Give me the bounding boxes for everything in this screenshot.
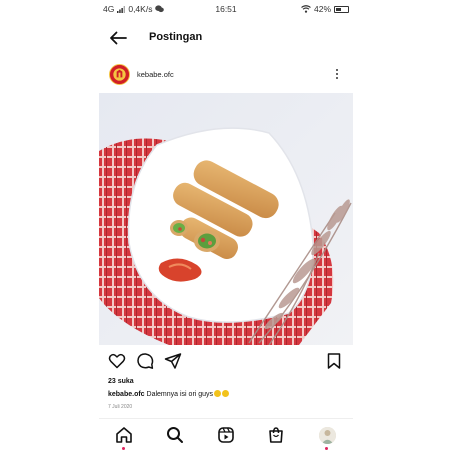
post-caption: kebabe.ofc Dalemnya isi ori guys — [108, 390, 230, 398]
bookmark-icon — [327, 353, 341, 369]
more-dot — [335, 72, 339, 76]
post-username[interactable]: kebabe.ofc — [137, 70, 174, 79]
bottom-navigation — [99, 418, 353, 450]
likes-count[interactable]: 23 suka — [108, 378, 134, 385]
laughing-emoji-icon — [222, 390, 230, 397]
post-header: kebabe.ofc — [99, 62, 353, 88]
profile-photo-icon — [318, 426, 336, 444]
like-button[interactable] — [108, 352, 126, 370]
food-photo — [99, 93, 353, 345]
nav-profile[interactable] — [317, 425, 337, 450]
kebabe-logo-icon — [110, 65, 129, 84]
comment-icon — [137, 353, 154, 369]
post-date: 7 Juli 2020 — [108, 404, 133, 410]
home-icon — [116, 427, 132, 443]
post-actions — [99, 350, 353, 372]
laughing-emoji-icon — [214, 390, 222, 397]
status-right: 42% — [301, 4, 349, 14]
more-dot — [335, 68, 339, 71]
page-title: Postingan — [149, 31, 203, 43]
profile-avatar — [318, 426, 336, 444]
nav-shop[interactable] — [266, 425, 286, 445]
search-icon — [167, 427, 183, 443]
battery-percent: 42% — [313, 4, 331, 14]
arrow-left-icon — [110, 31, 127, 45]
reels-icon — [218, 427, 234, 443]
more-options-button[interactable] — [333, 66, 341, 82]
share-button[interactable] — [164, 352, 182, 370]
comment-button[interactable] — [136, 352, 154, 370]
avatar[interactable] — [109, 64, 130, 85]
page-header: Postingan — [99, 26, 353, 50]
nav-reels[interactable] — [216, 425, 236, 445]
battery-icon — [334, 5, 349, 13]
nav-search[interactable] — [165, 425, 185, 445]
more-dot — [335, 77, 339, 80]
wifi-icon — [301, 5, 311, 13]
caption-text: Dalemnya isi ori guys — [146, 391, 214, 398]
caption-username[interactable]: kebabe.ofc — [108, 391, 145, 398]
shop-icon — [269, 427, 283, 443]
share-icon — [164, 353, 182, 369]
status-bar: 4G 0,4K/s 16:51 42% — [99, 0, 353, 18]
back-button[interactable] — [107, 28, 129, 48]
post-image[interactable] — [99, 93, 353, 345]
save-button[interactable] — [325, 352, 343, 370]
heart-icon — [108, 353, 126, 369]
nav-home[interactable] — [114, 425, 134, 450]
